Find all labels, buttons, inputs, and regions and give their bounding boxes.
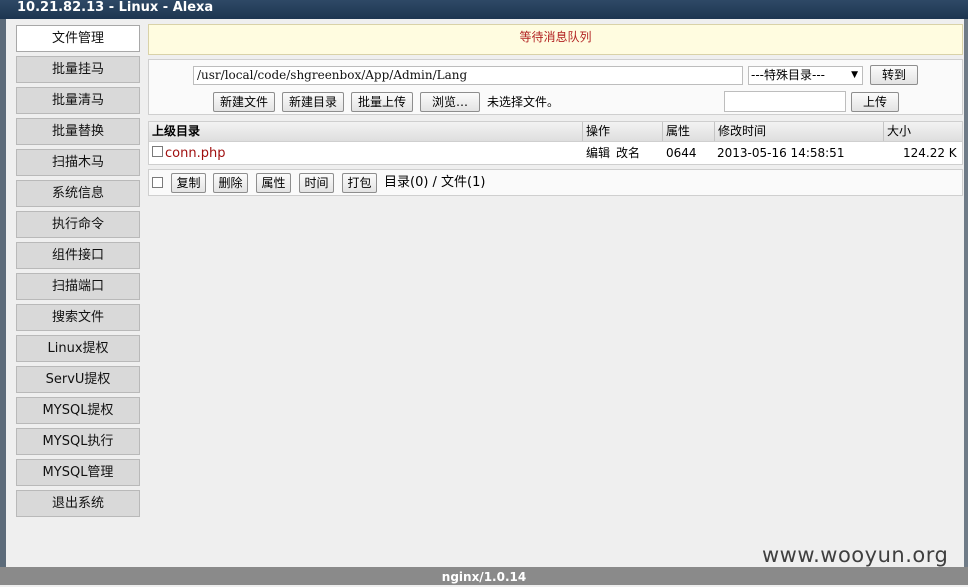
attr-button[interactable]: 属性 bbox=[256, 173, 291, 193]
special-dir-selected: ---特殊目录--- bbox=[751, 68, 825, 82]
pack-button[interactable]: 打包 bbox=[342, 173, 377, 193]
file-perm[interactable]: 0644 bbox=[666, 142, 697, 164]
batch-upload-button[interactable]: 批量上传 bbox=[351, 92, 413, 112]
time-button[interactable]: 时间 bbox=[299, 173, 334, 193]
bulk-actions-bar: 复制 删除 属性 时间 打包 目录(0) / 文件(1) bbox=[148, 169, 963, 196]
sidebar-item-component-interface[interactable]: 组件接口 bbox=[16, 242, 140, 269]
file-size: 124.22 K bbox=[903, 146, 957, 160]
main-panel: 等待消息队列 /usr/local/code/shgreenbox/App/Ad… bbox=[148, 24, 963, 196]
row-checkbox-cell bbox=[152, 142, 163, 164]
window-frame-left bbox=[0, 0, 6, 585]
no-file-selected-text: 未选择文件。 bbox=[487, 95, 560, 109]
dir-file-summary: 目录(0) / 文件(1) bbox=[384, 175, 486, 190]
sidebar-item-batch-replace[interactable]: 批量替换 bbox=[16, 118, 140, 145]
sidebar-item-mysql-privesc[interactable]: MYSQL提权 bbox=[16, 397, 140, 424]
watermark: www.wooyun.org bbox=[762, 543, 949, 567]
message-queue-notice: 等待消息队列 bbox=[148, 24, 963, 55]
header-size: 大小 bbox=[887, 124, 912, 138]
upload-button[interactable]: 上传 bbox=[851, 92, 899, 112]
parent-dir-link[interactable]: 上级目录 bbox=[149, 122, 583, 141]
table-row: conn.php 编辑 改名 0644 2013-05-16 14:58:51 … bbox=[149, 142, 962, 164]
server-footer: nginx/1.0.14 bbox=[0, 567, 968, 585]
new-file-button[interactable]: 新建文件 bbox=[213, 92, 275, 112]
window-frame-right bbox=[964, 0, 968, 585]
select-all-checkbox[interactable] bbox=[152, 177, 163, 188]
header-ops: 操作 bbox=[583, 122, 663, 141]
header-perm: 属性 bbox=[663, 122, 715, 141]
sidebar-item-exec-command[interactable]: 执行命令 bbox=[16, 211, 140, 238]
sidebar-item-system-info[interactable]: 系统信息 bbox=[16, 180, 140, 207]
window-title: 10.21.82.13 - Linux - Alexa bbox=[0, 0, 968, 19]
sidebar-item-scan-trojan[interactable]: 扫描木马 bbox=[16, 149, 140, 176]
path-input[interactable]: /usr/local/code/shgreenbox/App/Admin/Lan… bbox=[193, 66, 743, 85]
new-dir-button[interactable]: 新建目录 bbox=[282, 92, 344, 112]
sidebar-item-servu-privesc[interactable]: ServU提权 bbox=[16, 366, 140, 393]
file-table: 上级目录 操作 属性 修改时间 大小 conn.php 编辑 改名 0644 2… bbox=[148, 121, 963, 165]
sidebar: 文件管理 批量挂马 批量清马 批量替换 扫描木马 系统信息 执行命令 组件接口 … bbox=[16, 25, 140, 521]
sidebar-item-batch-clean[interactable]: 批量清马 bbox=[16, 87, 140, 114]
sidebar-item-file-manager[interactable]: 文件管理 bbox=[16, 25, 140, 52]
copy-button[interactable]: 复制 bbox=[171, 173, 206, 193]
sidebar-item-scan-ports[interactable]: 扫描端口 bbox=[16, 273, 140, 300]
goto-button[interactable]: 转到 bbox=[870, 65, 918, 85]
browse-button[interactable]: 浏览… bbox=[420, 92, 480, 112]
sidebar-item-mysql-manage[interactable]: MYSQL管理 bbox=[16, 459, 140, 486]
special-dir-select[interactable]: ---特殊目录--- ▼ bbox=[748, 66, 863, 85]
table-header: 上级目录 操作 属性 修改时间 大小 bbox=[149, 122, 962, 142]
sidebar-item-batch-inject[interactable]: 批量挂马 bbox=[16, 56, 140, 83]
sidebar-item-mysql-exec[interactable]: MYSQL执行 bbox=[16, 428, 140, 455]
sidebar-item-search-files[interactable]: 搜索文件 bbox=[16, 304, 140, 331]
rename-link[interactable]: 改名 bbox=[616, 142, 640, 164]
sidebar-item-linux-privesc[interactable]: Linux提权 bbox=[16, 335, 140, 362]
row-checkbox[interactable] bbox=[152, 146, 163, 157]
sidebar-item-logout[interactable]: 退出系统 bbox=[16, 490, 140, 517]
file-name[interactable]: conn.php bbox=[165, 146, 225, 161]
chevron-down-icon: ▼ bbox=[851, 70, 858, 80]
file-name-link[interactable]: conn.php bbox=[165, 142, 225, 164]
delete-button[interactable]: 删除 bbox=[213, 173, 248, 193]
file-toolbar: /usr/local/code/shgreenbox/App/Admin/Lan… bbox=[148, 59, 963, 115]
file-mtime[interactable]: 2013-05-16 14:58:51 bbox=[717, 142, 844, 164]
header-mtime: 修改时间 bbox=[715, 122, 884, 141]
upload-filename-input[interactable] bbox=[724, 91, 846, 112]
edit-link[interactable]: 编辑 bbox=[586, 142, 610, 164]
